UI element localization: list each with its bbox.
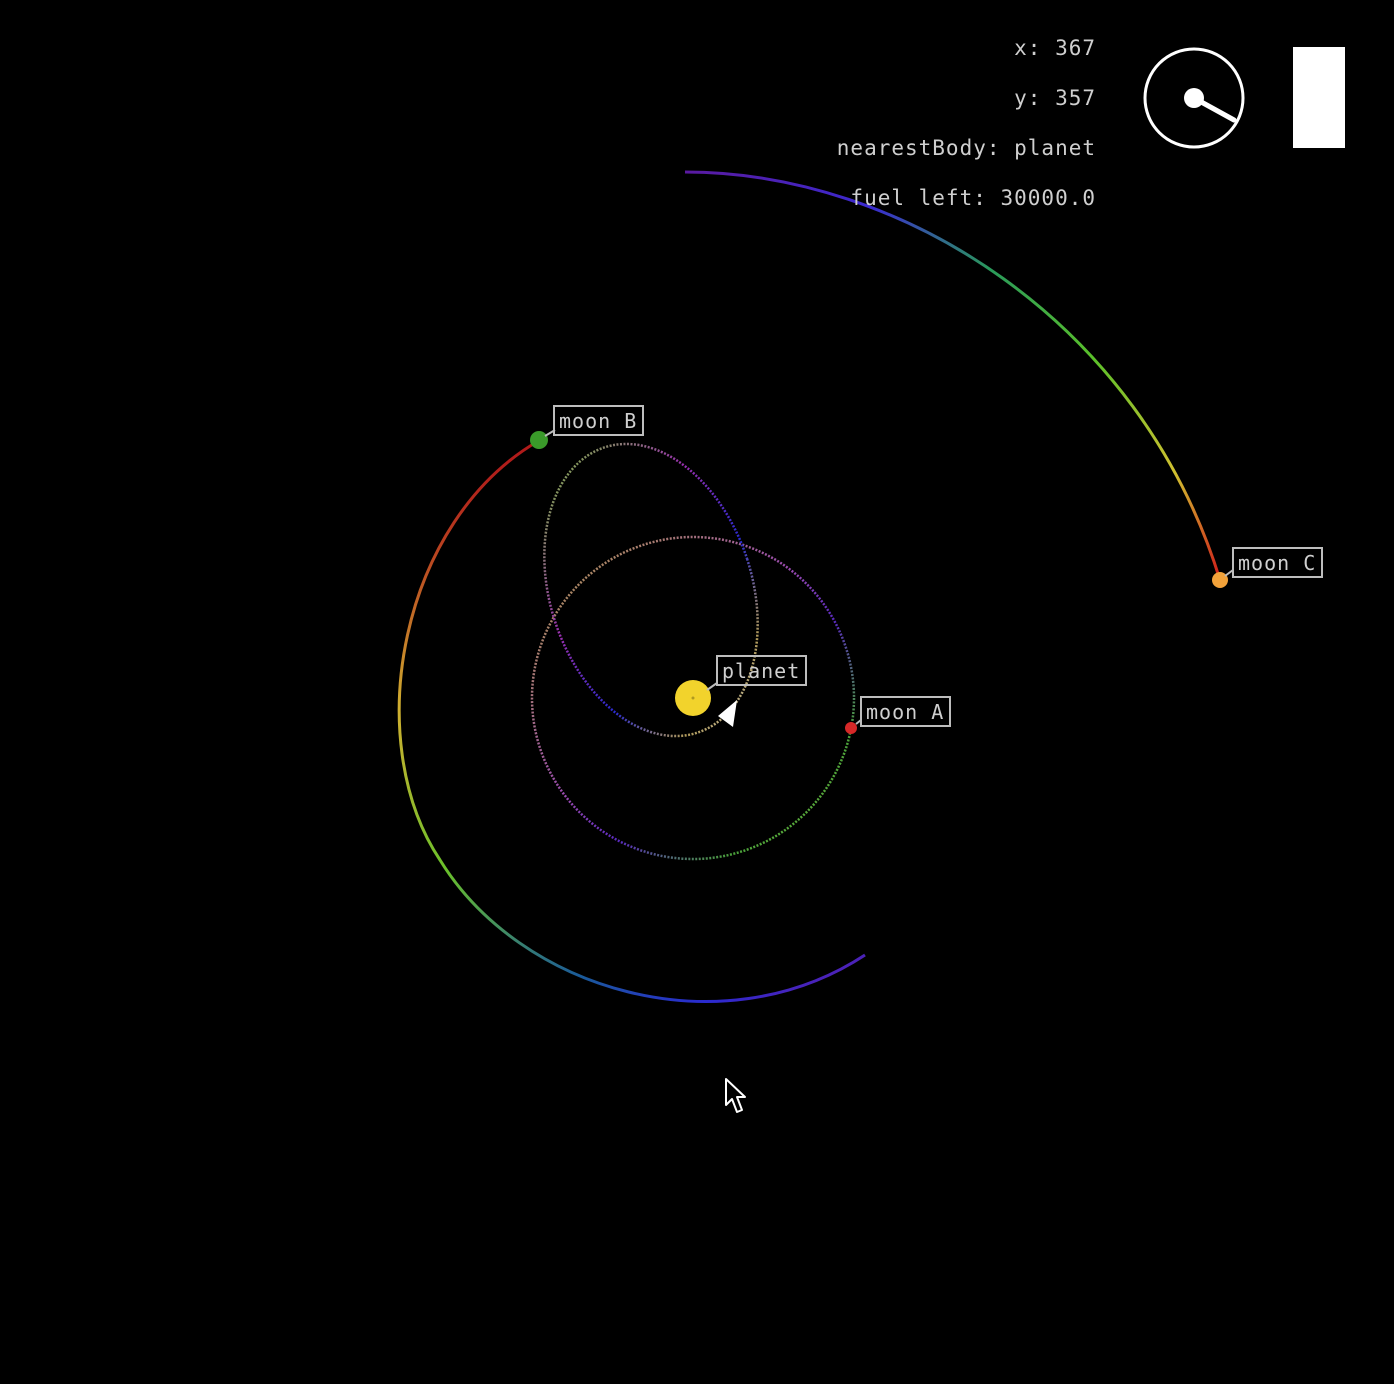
moon-c-label: moon C bbox=[1232, 547, 1324, 578]
heading-dial-icon bbox=[1143, 47, 1245, 149]
position-x-readout: x: 367 bbox=[1014, 36, 1096, 60]
planet-label: planet bbox=[716, 655, 808, 686]
fuel-gauge-fill bbox=[1293, 47, 1345, 148]
fuel-left-readout: fuel left: 30000.0 bbox=[850, 186, 1096, 210]
moon-b-label: moon B bbox=[553, 405, 645, 436]
ship-orbit-trail bbox=[543, 442, 759, 738]
moon-b-body[interactable] bbox=[530, 431, 548, 449]
planet-center-dot bbox=[691, 696, 695, 700]
moon-b-orbit-trail bbox=[397, 438, 866, 1003]
position-y-readout: y: 357 bbox=[1014, 86, 1096, 110]
nearest-body-readout: nearestBody: planet bbox=[836, 136, 1096, 160]
mouse-pointer-icon bbox=[725, 1078, 746, 1113]
moon-c-orbit-trail bbox=[684, 170, 1222, 581]
game-scene[interactable] bbox=[0, 0, 1394, 1384]
moon-a-label: moon A bbox=[860, 696, 952, 727]
ship-icon[interactable] bbox=[718, 700, 737, 727]
moon-a-body[interactable] bbox=[845, 722, 857, 734]
fuel-gauge bbox=[1293, 47, 1345, 148]
